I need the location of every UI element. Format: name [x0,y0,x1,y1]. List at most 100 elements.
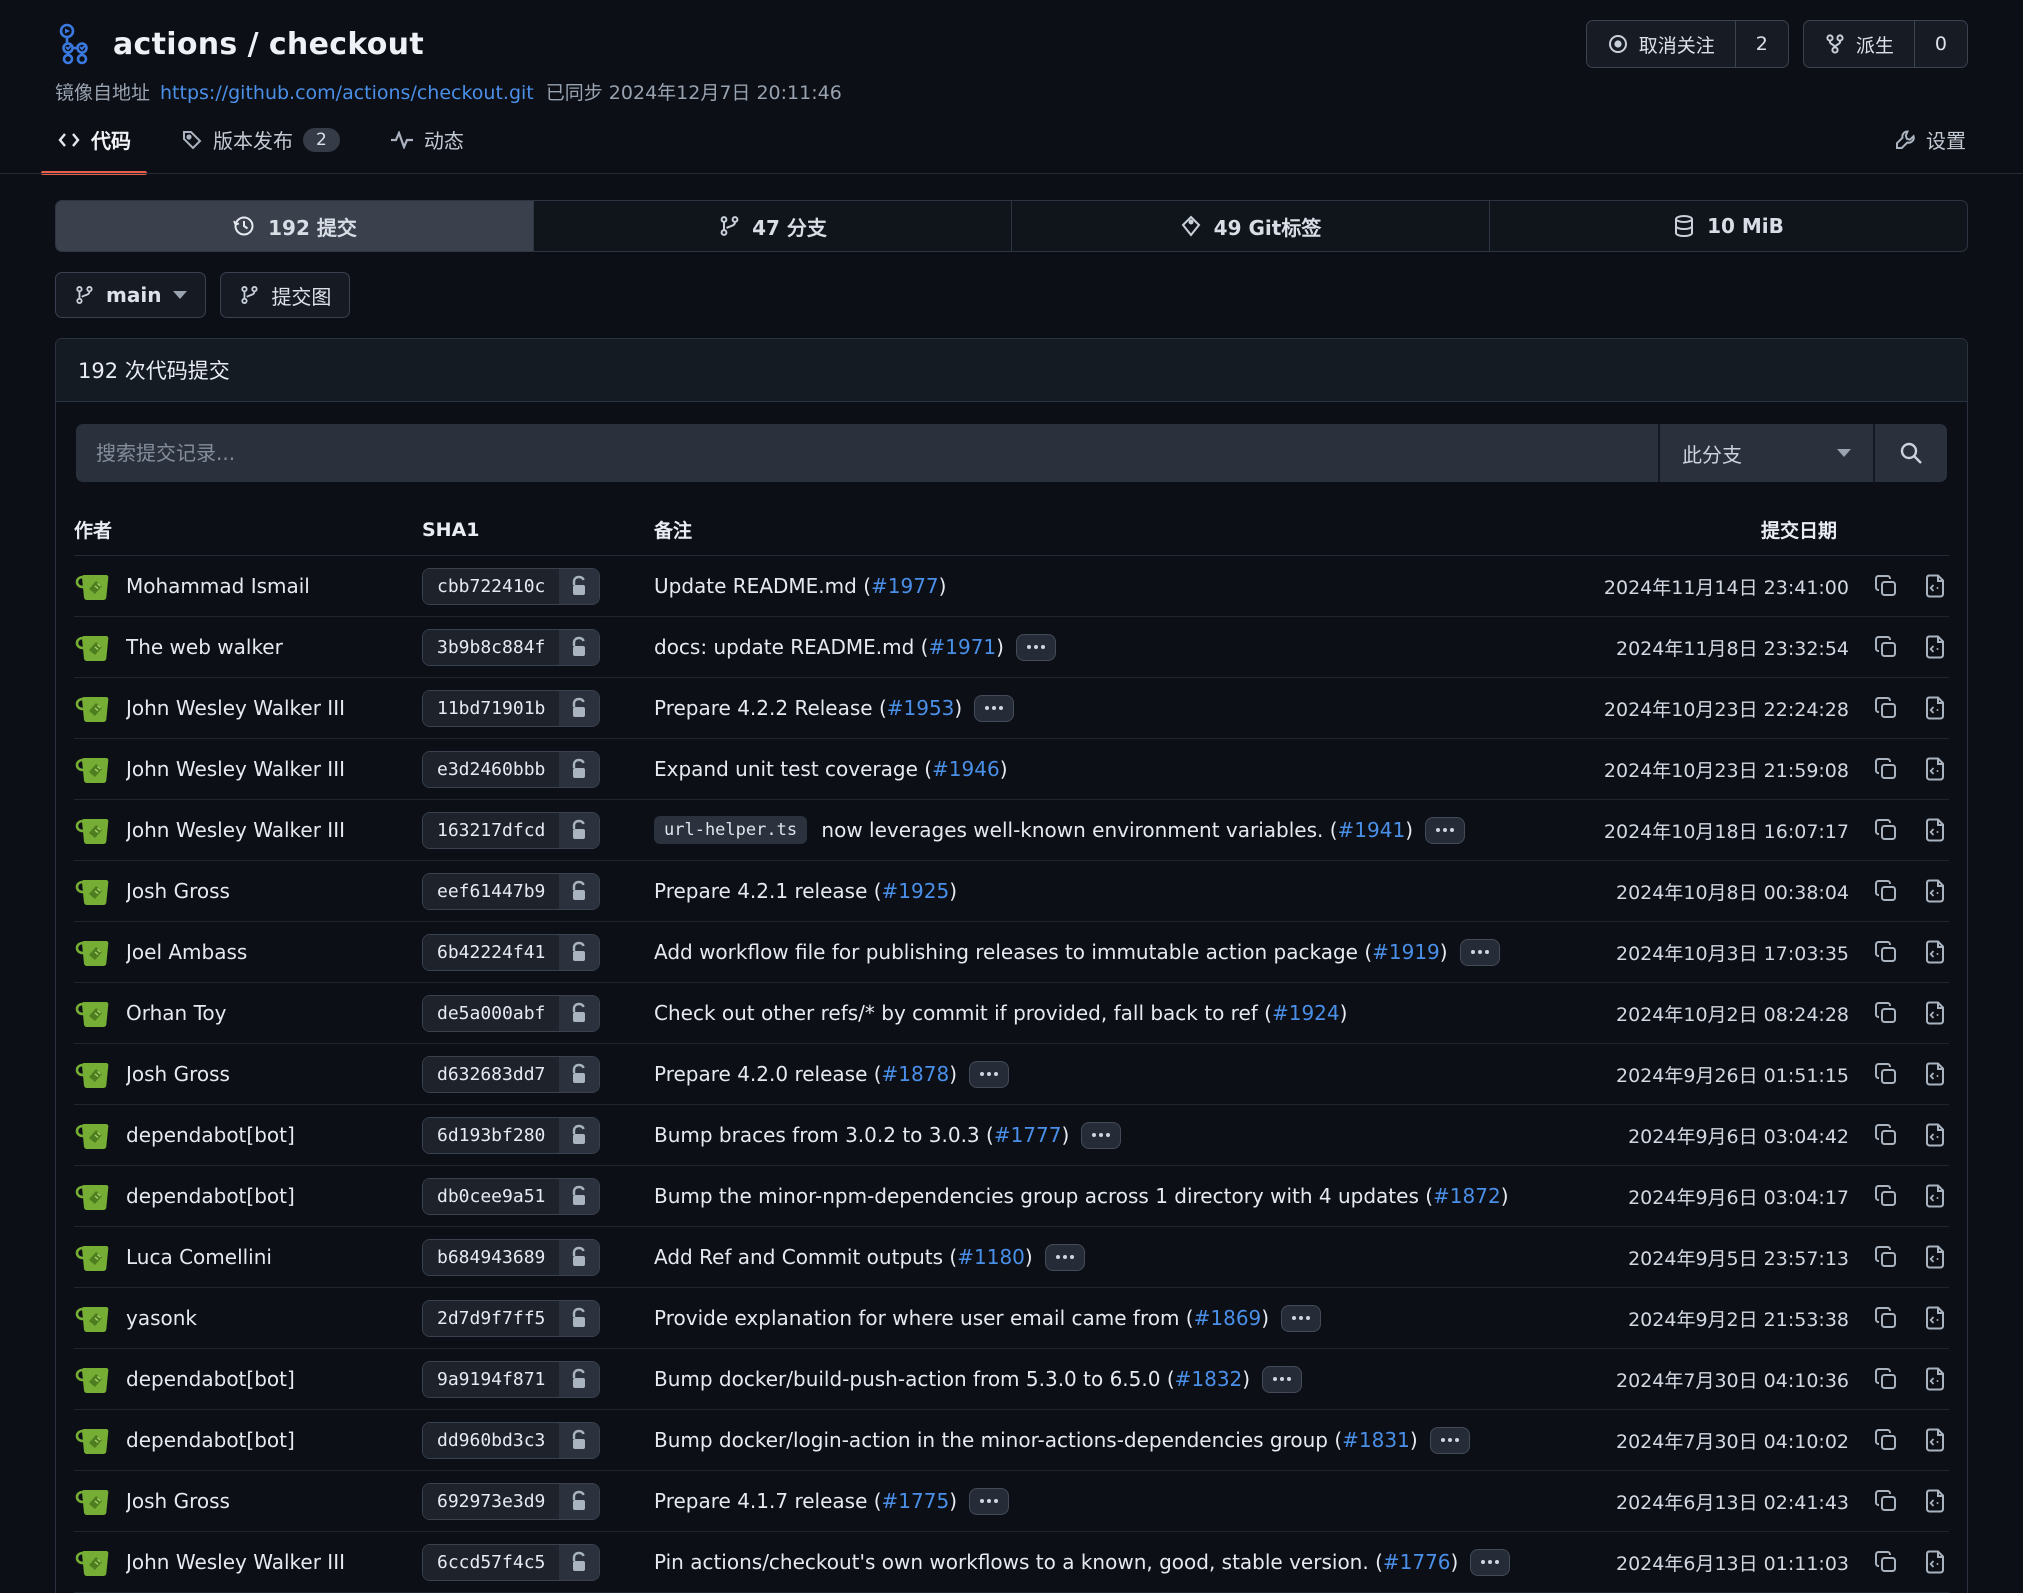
commit-sha-badge[interactable]: cbb722410c [422,568,600,605]
commit-sha-badge[interactable]: 11bd71901b [422,690,600,727]
browse-source-at-commit-icon[interactable] [1923,1244,1949,1270]
avatar[interactable] [74,689,112,727]
copy-sha-icon[interactable] [1873,1366,1899,1392]
expand-commit-button[interactable] [1425,817,1465,844]
copy-sha-icon[interactable] [1873,1488,1899,1514]
copy-sha-icon[interactable] [1873,1244,1899,1270]
expand-commit-button[interactable] [1016,634,1056,661]
commit-sha-badge[interactable]: eef61447b9 [422,873,600,910]
tab-code[interactable]: 代码 [55,121,133,158]
avatar[interactable] [74,1482,112,1520]
tab-releases[interactable]: 版本发布 2 [179,121,342,158]
browse-source-at-commit-icon[interactable] [1923,1000,1949,1026]
unwatch-button[interactable]: 取消关注 2 [1586,20,1789,68]
issue-link[interactable]: #1776 [1383,1550,1451,1574]
commit-sha-badge[interactable]: 6b42224f41 [422,934,600,971]
avatar[interactable] [74,872,112,910]
issue-link[interactable]: #1832 [1175,1367,1243,1391]
copy-sha-icon[interactable] [1873,1061,1899,1087]
copy-sha-icon[interactable] [1873,1427,1899,1453]
copy-sha-icon[interactable] [1873,1305,1899,1331]
avatar[interactable] [74,811,112,849]
branch-selector[interactable]: main [55,272,206,318]
issue-link[interactable]: #1180 [957,1245,1025,1269]
stat-tags[interactable]: 49 Git标签 [1011,201,1489,251]
repo-owner-link[interactable]: actions [113,27,238,62]
copy-sha-icon[interactable] [1873,817,1899,843]
fork-count[interactable]: 0 [1914,21,1967,67]
avatar[interactable] [74,1360,112,1398]
avatar[interactable] [74,1543,112,1581]
expand-commit-button[interactable] [974,695,1014,722]
copy-sha-icon[interactable] [1873,695,1899,721]
stat-repo-size[interactable]: 10 MiB [1489,201,1967,251]
commit-author[interactable]: Mohammad Ismail [126,574,310,598]
stat-commits[interactable]: 192 提交 [56,201,533,251]
commit-author[interactable]: Luca Comellini [126,1245,272,1269]
issue-link[interactable]: #1977 [871,574,939,598]
commit-sha-badge[interactable]: dd960bd3c3 [422,1422,600,1459]
commit-sha-badge[interactable]: b684943689 [422,1239,600,1276]
avatar[interactable] [74,994,112,1032]
commit-sha-badge[interactable]: 3b9b8c884f [422,629,600,666]
copy-sha-icon[interactable] [1873,1000,1899,1026]
browse-source-at-commit-icon[interactable] [1923,1183,1949,1209]
tab-settings[interactable]: 设置 [1892,121,1968,158]
avatar[interactable] [74,1299,112,1337]
commit-author[interactable]: yasonk [126,1306,197,1330]
copy-sha-icon[interactable] [1873,756,1899,782]
commit-sha-badge[interactable]: de5a000abf [422,995,600,1032]
commit-author[interactable]: John Wesley Walker III [126,1550,345,1574]
expand-commit-button[interactable] [1081,1122,1121,1149]
expand-commit-button[interactable] [969,1488,1009,1515]
expand-commit-button[interactable] [1262,1366,1302,1393]
issue-link[interactable]: #1831 [1342,1428,1410,1452]
issue-link[interactable]: #1924 [1272,1001,1340,1025]
commit-sha-badge[interactable]: 6ccd57f4c5 [422,1544,600,1581]
copy-sha-icon[interactable] [1873,573,1899,599]
mirror-url-link[interactable]: https://github.com/actions/checkout.git [160,82,534,104]
avatar[interactable] [74,628,112,666]
issue-link[interactable]: #1946 [932,757,1000,781]
avatar[interactable] [74,750,112,788]
issue-link[interactable]: #1941 [1338,818,1406,842]
expand-commit-button[interactable] [1460,939,1500,966]
browse-source-at-commit-icon[interactable] [1923,1549,1949,1575]
commit-sha-badge[interactable]: db0cee9a51 [422,1178,600,1215]
commit-graph-button[interactable]: 提交图 [220,272,350,318]
expand-commit-button[interactable] [1430,1427,1470,1454]
copy-sha-icon[interactable] [1873,1549,1899,1575]
avatar[interactable] [74,1177,112,1215]
issue-link[interactable]: #1925 [882,879,950,903]
commit-sha-badge[interactable]: d632683dd7 [422,1056,600,1093]
avatar[interactable] [74,1116,112,1154]
tab-activity[interactable]: 动态 [388,121,466,158]
browse-source-at-commit-icon[interactable] [1923,1366,1949,1392]
browse-source-at-commit-icon[interactable] [1923,1427,1949,1453]
issue-link[interactable]: #1878 [882,1062,950,1086]
browse-source-at-commit-icon[interactable] [1923,1305,1949,1331]
search-button[interactable] [1873,424,1947,482]
stat-branches[interactable]: 47 分支 [533,201,1011,251]
avatar[interactable] [74,567,112,605]
commit-author[interactable]: dependabot[bot] [126,1184,295,1208]
browse-source-at-commit-icon[interactable] [1923,1061,1949,1087]
avatar[interactable] [74,1421,112,1459]
commit-author[interactable]: John Wesley Walker III [126,818,345,842]
commit-author[interactable]: Joel Ambass [126,940,247,964]
browse-source-at-commit-icon[interactable] [1923,939,1949,965]
commit-author[interactable]: Josh Gross [126,1489,230,1513]
browse-source-at-commit-icon[interactable] [1923,817,1949,843]
avatar[interactable] [74,1238,112,1276]
copy-sha-icon[interactable] [1873,634,1899,660]
commit-author[interactable]: dependabot[bot] [126,1428,295,1452]
commit-author[interactable]: John Wesley Walker III [126,696,345,720]
commit-sha-badge[interactable]: 163217dfcd [422,812,600,849]
expand-commit-button[interactable] [1470,1549,1510,1576]
commit-sha-badge[interactable]: 9a9194f871 [422,1361,600,1398]
commit-author[interactable]: Josh Gross [126,879,230,903]
issue-link[interactable]: #1872 [1433,1184,1501,1208]
issue-link[interactable]: #1953 [887,696,955,720]
expand-commit-button[interactable] [1281,1305,1321,1332]
watch-count[interactable]: 2 [1735,21,1788,67]
